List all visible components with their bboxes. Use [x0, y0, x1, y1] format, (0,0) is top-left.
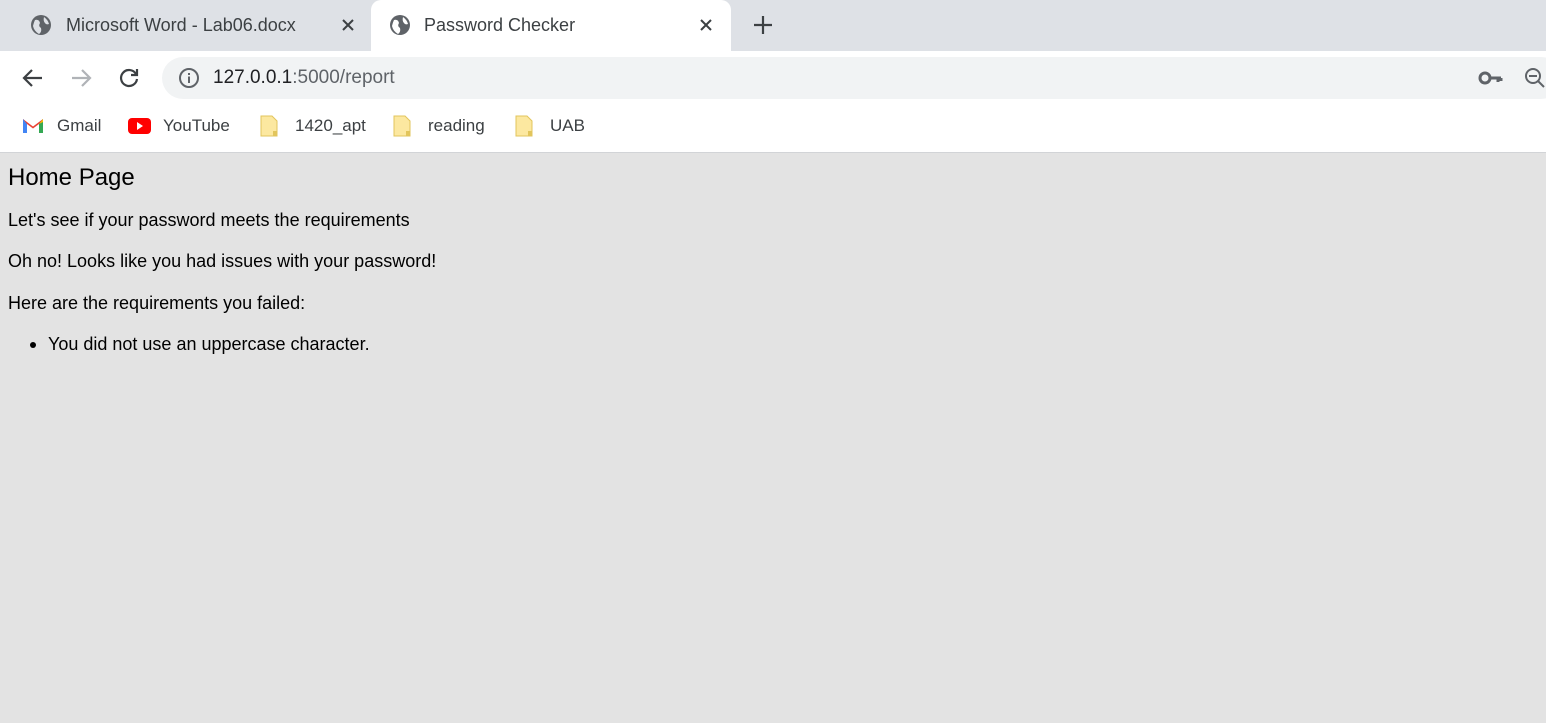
zoom-out-icon[interactable]	[1524, 67, 1546, 89]
youtube-icon	[127, 115, 151, 137]
url-path: :5000/report	[292, 67, 395, 88]
page-content: Home Page Let's see if your password mee…	[0, 154, 1546, 723]
close-tab-icon[interactable]	[337, 14, 359, 36]
url-host: 127.0.0.1	[213, 67, 293, 88]
bookmark-youtube[interactable]: YouTube	[127, 115, 230, 137]
new-tab-icon[interactable]	[751, 13, 775, 37]
bookmark-label: Gmail	[57, 116, 102, 135]
bookmark-folder-1420-apt[interactable]: 1420_apt	[259, 115, 366, 137]
password-key-icon[interactable]	[1478, 67, 1504, 89]
close-tab-icon[interactable]	[695, 14, 717, 36]
tab-title: Microsoft Word - Lab06.docx	[66, 15, 296, 35]
bookmark-label: YouTube	[163, 116, 230, 135]
folder-icon	[392, 115, 416, 137]
browser-toolbar: 127.0.0.1:5000/report	[0, 51, 1546, 105]
globe-icon	[30, 14, 52, 36]
tab-strip: Microsoft Word - Lab06.docx Password Che…	[0, 0, 1546, 51]
failed-requirements-list: You did not use an uppercase character.	[30, 334, 370, 355]
folder-icon	[259, 115, 283, 137]
bookmarks-bar: Gmail YouTube 1420_apt reading UAB	[0, 105, 1546, 153]
bullet	[30, 342, 36, 348]
tab-lab06[interactable]: Microsoft Word - Lab06.docx	[0, 0, 370, 51]
bookmark-folder-reading[interactable]: reading	[392, 115, 485, 137]
forward-arrow-icon[interactable]	[67, 64, 95, 92]
tab-password-checker[interactable]: Password Checker	[371, 0, 731, 51]
failure-text: You did not use an uppercase character.	[48, 334, 370, 354]
bookmark-label: 1420_apt	[295, 116, 366, 135]
bookmark-gmail[interactable]: Gmail	[21, 115, 101, 137]
tab-title: Password Checker	[424, 15, 576, 35]
status-message: Oh no! Looks like you had issues with yo…	[8, 251, 437, 271]
intro-text: Let's see if your password meets the req…	[8, 210, 410, 230]
back-arrow-icon[interactable]	[19, 64, 47, 92]
folder-icon	[514, 115, 538, 137]
list-item: You did not use an uppercase character.	[30, 334, 370, 355]
bookmark-label: reading	[428, 116, 485, 135]
failed-requirements-header: Here are the requirements you failed:	[8, 293, 306, 313]
gmail-icon	[21, 115, 45, 137]
address-bar[interactable]: 127.0.0.1:5000/report	[162, 57, 1546, 99]
bookmark-folder-uab[interactable]: UAB	[514, 115, 585, 137]
globe-icon	[389, 14, 411, 36]
page-heading: Home Page	[8, 164, 135, 191]
bookmark-label: UAB	[550, 116, 585, 135]
site-info-icon[interactable]	[178, 67, 200, 89]
reload-icon[interactable]	[115, 64, 143, 92]
url-text[interactable]: 127.0.0.1:5000/report	[213, 67, 395, 89]
